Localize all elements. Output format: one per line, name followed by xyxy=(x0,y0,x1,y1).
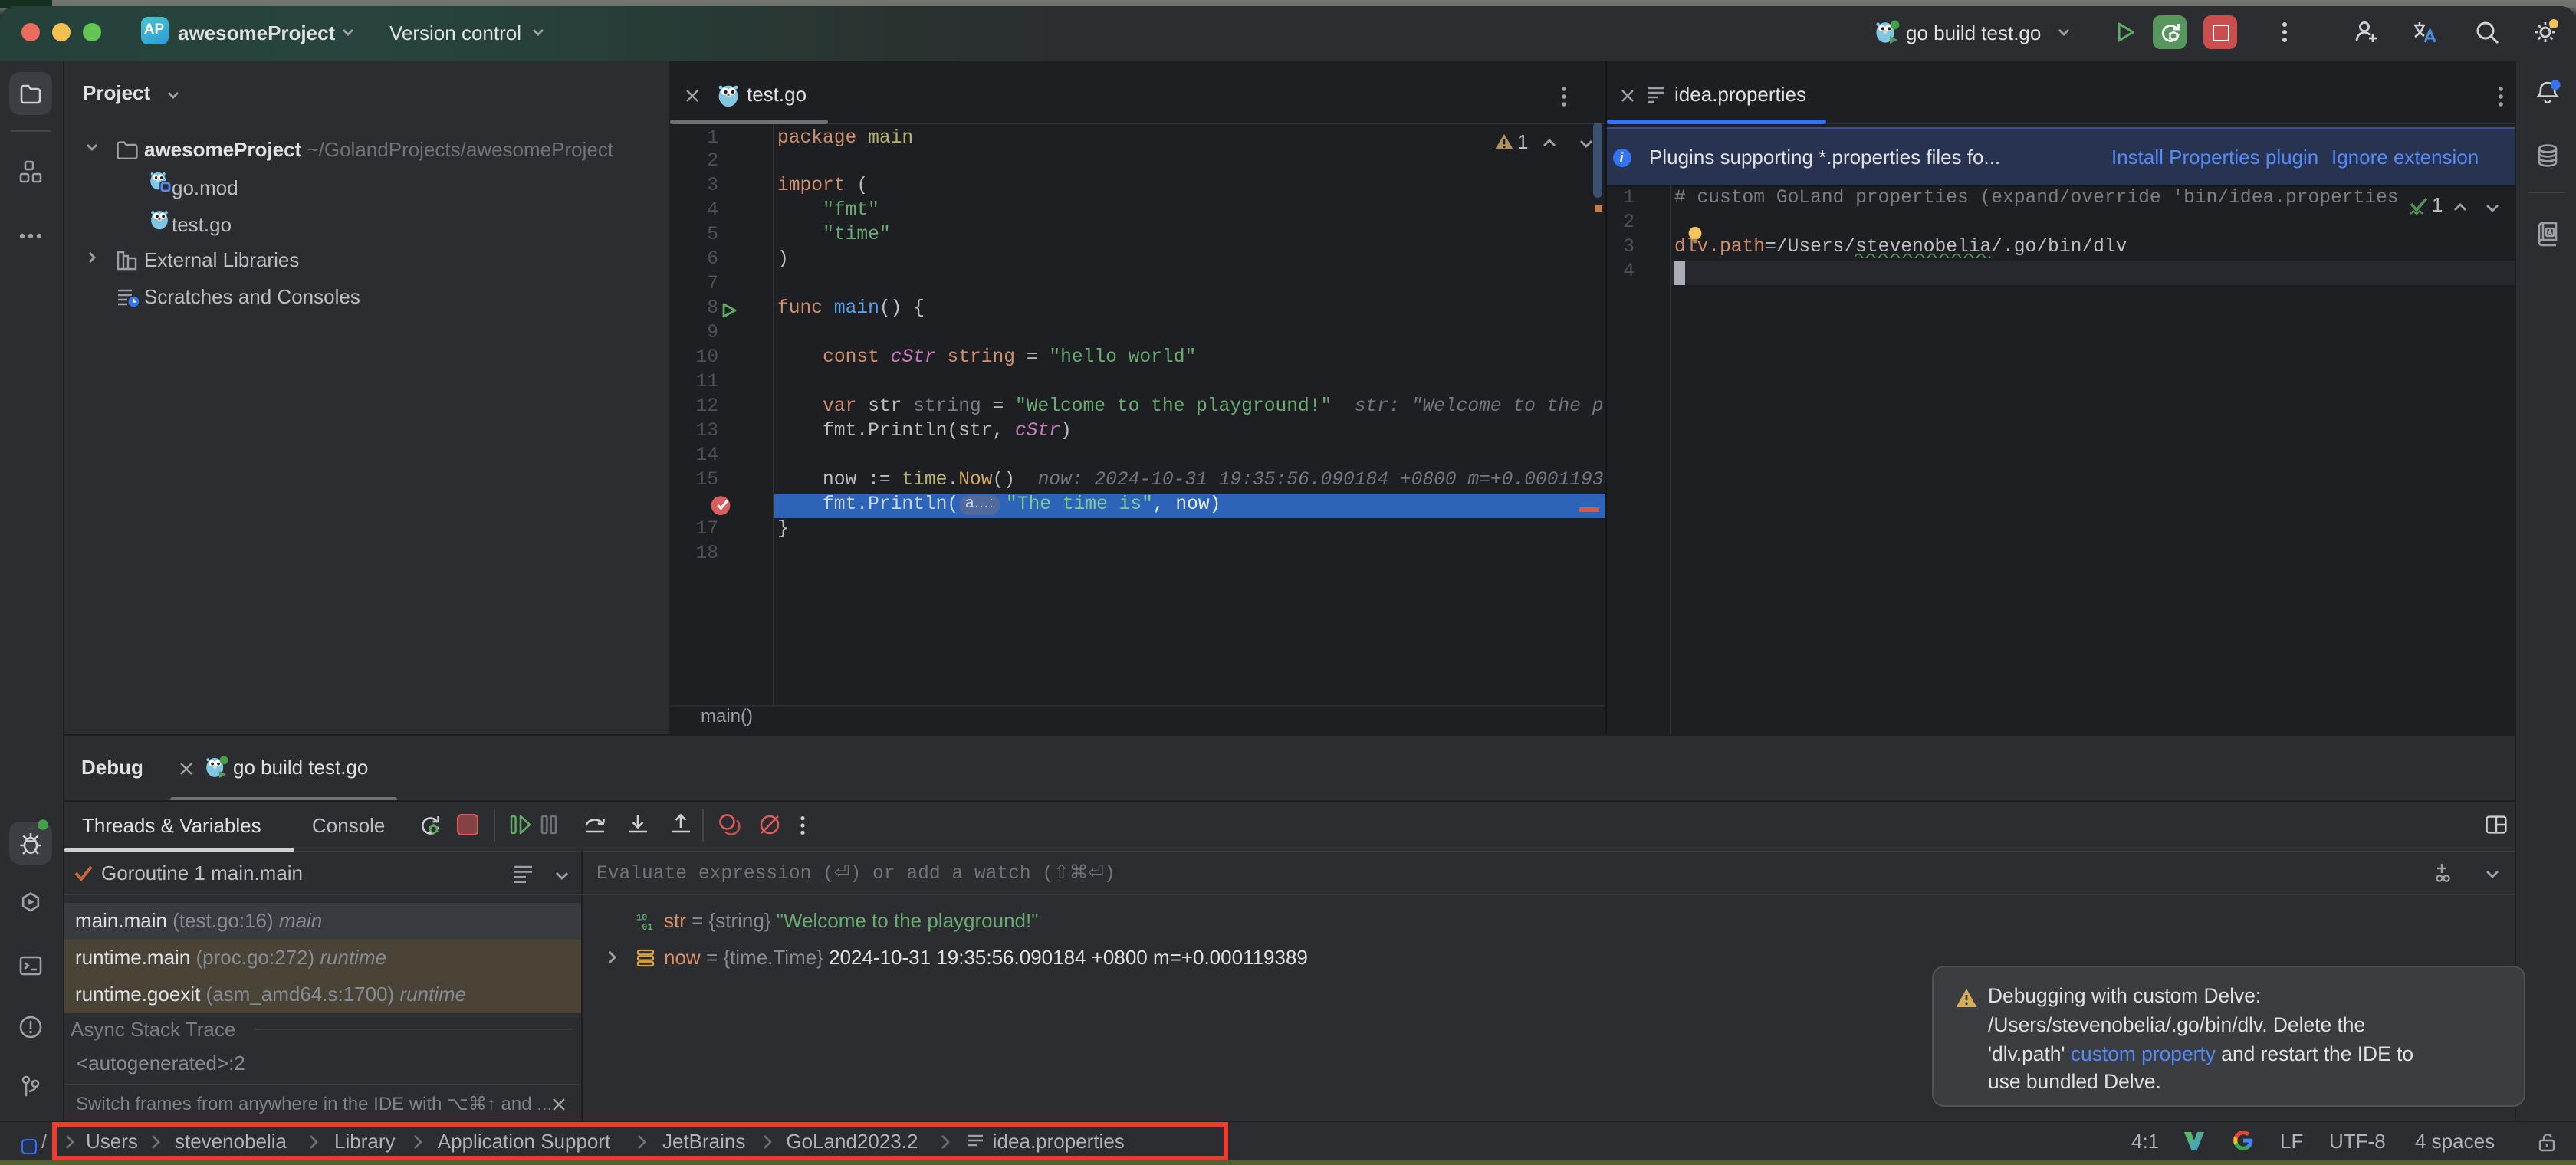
svg-text:01: 01 xyxy=(642,922,652,930)
